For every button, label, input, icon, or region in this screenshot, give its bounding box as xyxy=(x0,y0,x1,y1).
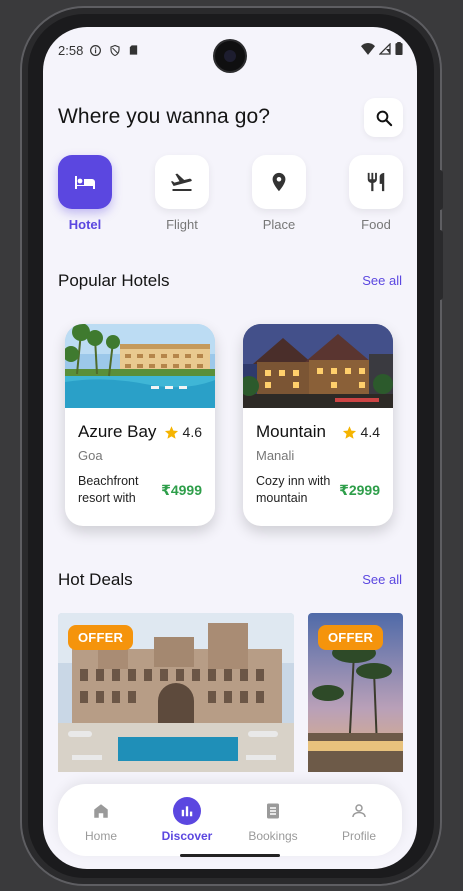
home-indicator[interactable] xyxy=(180,854,280,857)
bottom-navigation: Home Discover Bookings Profile xyxy=(58,784,402,856)
volume-down-button xyxy=(437,230,443,300)
person-icon xyxy=(352,804,366,818)
hotel-price: ₹2999 xyxy=(339,481,380,498)
hotel-name: Mountain xyxy=(256,422,326,441)
rating-value: 4.4 xyxy=(360,424,380,440)
hotel-image xyxy=(243,324,393,408)
popular-hotels-title: Popular Hotels xyxy=(58,271,170,290)
volume-up-button xyxy=(437,170,443,210)
category-label: Flight xyxy=(166,217,198,232)
hotel-price: ₹4999 xyxy=(161,481,202,498)
hot-deals-title: Hot Deals xyxy=(58,570,133,589)
hotel-description: Cozy inn with mountain xyxy=(256,474,331,505)
location-pin-icon xyxy=(272,172,286,192)
hotel-card[interactable]: Mountain 4.4 Manali Cozy inn with mounta… xyxy=(243,324,393,526)
nav-home[interactable]: Home xyxy=(76,784,126,856)
home-icon xyxy=(94,804,108,818)
category-label: Hotel xyxy=(68,217,102,232)
deal-card[interactable]: OFFER xyxy=(58,613,294,772)
battery-icon xyxy=(395,42,403,58)
hotel-city: Goa xyxy=(78,448,103,463)
hotel-description: Beachfront resort with xyxy=(78,474,139,505)
category-flight[interactable]: Flight xyxy=(155,155,209,232)
nav-discover[interactable]: Discover xyxy=(158,784,216,856)
nav-label: Discover xyxy=(161,829,213,843)
search-button[interactable] xyxy=(364,98,403,137)
nav-label: Home xyxy=(84,829,117,843)
star-icon xyxy=(164,425,178,439)
hotel-rating: 4.6 xyxy=(164,424,202,440)
offer-badge: OFFER xyxy=(318,625,384,650)
category-place[interactable]: Place xyxy=(252,155,306,232)
page-title: Where you wanna go? xyxy=(58,105,271,128)
hotel-rating: 4.4 xyxy=(342,424,380,440)
hotel-card[interactable]: Azure Bay 4.6 Goa Beachfront resort with… xyxy=(65,324,215,526)
category-food[interactable]: Food xyxy=(349,155,403,232)
app-screen: 2:58 Where you wanna go? Hotel Flight Pl… xyxy=(43,27,417,869)
signal-icon xyxy=(378,41,391,58)
info-icon xyxy=(89,44,102,57)
hotel-city: Manali xyxy=(256,448,295,463)
hotel-name: Azure Bay xyxy=(78,422,157,441)
wifi-icon xyxy=(361,42,375,58)
category-label: Food xyxy=(361,217,391,232)
shield-icon xyxy=(108,44,121,57)
category-label: Place xyxy=(262,217,296,232)
deal-card[interactable]: OFFER xyxy=(308,613,403,772)
nav-bookings[interactable]: Bookings xyxy=(242,784,304,856)
bar-chart-icon xyxy=(181,806,193,817)
hotel-image xyxy=(65,324,215,408)
category-row: Hotel Flight Place Food xyxy=(58,155,403,232)
offer-badge: OFFER xyxy=(68,625,134,650)
category-hotel[interactable]: Hotel xyxy=(58,155,112,232)
document-icon xyxy=(267,803,279,819)
status-time: 2:58 xyxy=(58,42,84,58)
nav-label: Bookings xyxy=(248,829,298,843)
flight-icon xyxy=(171,173,192,191)
bed-icon xyxy=(75,176,95,189)
star-icon xyxy=(342,425,356,439)
hot-deals-see-all[interactable]: See all xyxy=(362,572,402,587)
popular-hotels-see-all[interactable]: See all xyxy=(362,273,402,288)
restaurant-icon xyxy=(367,172,385,192)
rating-value: 4.6 xyxy=(182,424,202,440)
nav-label: Profile xyxy=(341,829,376,843)
sd-card-icon xyxy=(127,44,140,57)
search-icon xyxy=(376,110,392,126)
front-camera xyxy=(215,41,245,71)
nav-profile[interactable]: Profile xyxy=(336,784,382,856)
